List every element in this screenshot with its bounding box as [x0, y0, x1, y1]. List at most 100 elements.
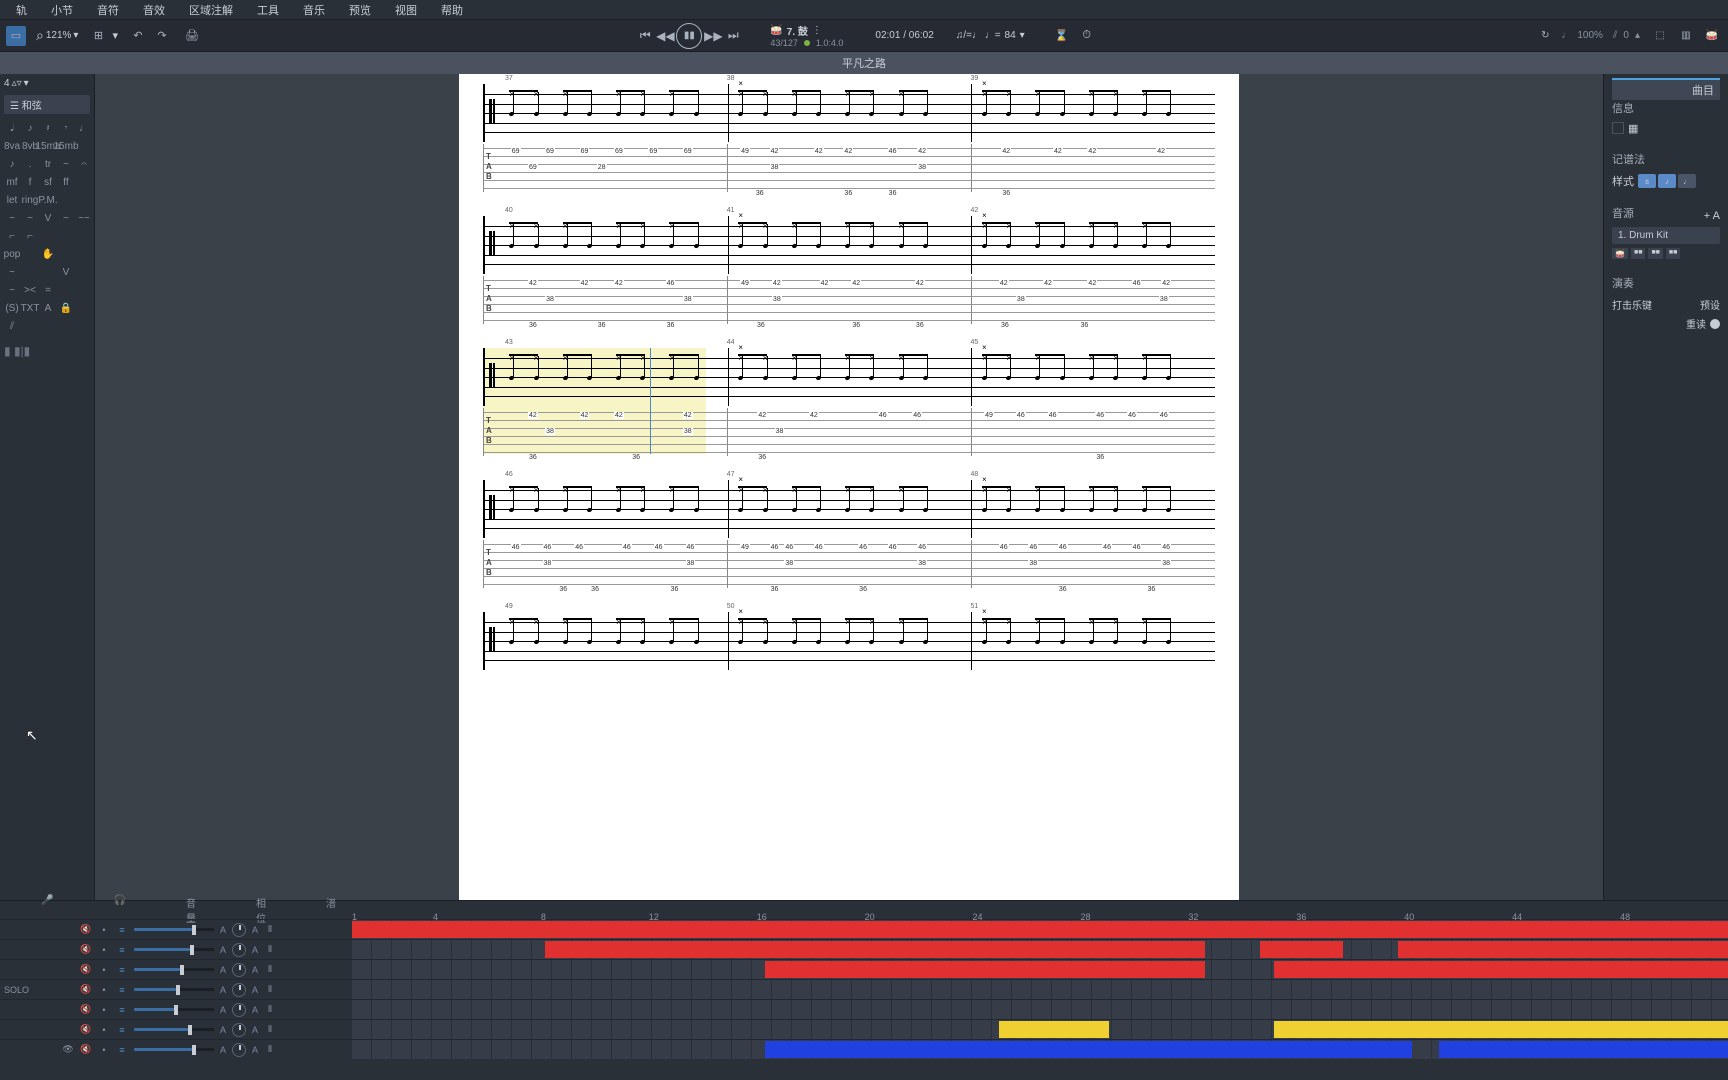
auto-a2[interactable]: A	[252, 945, 258, 955]
drumpad-icon[interactable]: 🥁	[1702, 26, 1722, 46]
drum-measure[interactable]: × × × × × × ×	[971, 348, 1215, 406]
solo-track-icon[interactable]: •	[98, 945, 110, 955]
track-settings-icon[interactable]: ⫴	[264, 924, 276, 935]
volume-slider[interactable]	[134, 1008, 214, 1011]
accent-toggle[interactable]	[1710, 319, 1720, 329]
eq-icon[interactable]: ≡	[116, 965, 128, 975]
palette-item[interactable]: ~	[4, 282, 20, 298]
auto-a2[interactable]: A	[252, 1005, 258, 1015]
track-row[interactable]: 🔇 • ≡ A A ⫴	[0, 1019, 1728, 1039]
capo-up-icon[interactable]: ▴	[1635, 30, 1640, 41]
palette-item[interactable]	[76, 174, 92, 190]
page-mode-icon[interactable]: ▭	[6, 26, 26, 46]
layer-icon[interactable]: ▾	[24, 78, 29, 89]
menu-view[interactable]: 视图	[383, 0, 429, 20]
auto-a[interactable]: A	[220, 1025, 226, 1035]
tab-measure[interactable]: TAB4242424238383636	[483, 408, 727, 456]
auto-a[interactable]: A	[220, 1045, 226, 1055]
menu-track[interactable]: 轨	[4, 0, 39, 20]
palette-item[interactable]: V	[58, 264, 74, 280]
auto-a2[interactable]: A	[252, 1025, 258, 1035]
menu-section[interactable]: 区域注解	[177, 0, 245, 20]
palette-item[interactable]	[58, 246, 74, 262]
auto-a2[interactable]: A	[252, 985, 258, 995]
go-start-button[interactable]: ⏮	[636, 27, 654, 45]
tab-measure[interactable]: TAB4646464646463838363636	[483, 540, 727, 588]
grid-icon[interactable]: ⊞	[88, 26, 108, 46]
auto-a2[interactable]: A	[252, 925, 258, 935]
solo-track-icon[interactable]: •	[98, 985, 110, 995]
track-settings-icon[interactable]: ⫴	[264, 984, 276, 995]
palette-item[interactable]: ~	[22, 210, 38, 226]
auto-a[interactable]: A	[220, 925, 226, 935]
solo-track-icon[interactable]: •	[98, 1045, 110, 1055]
lane-segment[interactable]	[765, 1041, 1412, 1058]
forward-button[interactable]: ▶▶	[704, 27, 722, 45]
tab-measure[interactable]: TAB424242463838363636	[483, 276, 727, 324]
palette-item[interactable]	[76, 246, 92, 262]
menu-music[interactable]: 音乐	[291, 0, 337, 20]
undo-button[interactable]: ↶	[128, 26, 148, 46]
checkerboard-icon[interactable]: ▦	[1628, 122, 1638, 135]
menu-effect[interactable]: 音效	[131, 0, 177, 20]
volume-slider[interactable]	[134, 928, 214, 931]
drum-measure[interactable]: × × × × × ×	[483, 348, 728, 406]
lane-segment[interactable]	[545, 941, 1205, 958]
palette-item[interactable]: 15mb	[58, 138, 74, 154]
drum-measure[interactable]: × × × × × × ×	[728, 348, 972, 406]
palette-item[interactable]: V	[40, 210, 56, 226]
palette-item[interactable]	[22, 318, 38, 334]
palette-item[interactable]: 𝅘𝅥	[4, 120, 20, 136]
palette-item[interactable]	[76, 282, 92, 298]
drum-measure[interactable]: × × × × × ×	[483, 480, 728, 538]
track-lane[interactable]	[352, 920, 1728, 939]
mute-track-icon[interactable]: 🔇	[80, 1024, 92, 1035]
go-end-button[interactable]: ⏭	[724, 27, 742, 45]
palette-item[interactable]	[76, 318, 92, 334]
palette-item[interactable]: ring	[22, 192, 38, 208]
palette-item[interactable]: ff	[58, 174, 74, 190]
solo-track-icon[interactable]: •	[98, 925, 110, 935]
sound-settings-icon[interactable]: A	[1713, 210, 1720, 222]
volume-slider[interactable]	[134, 968, 214, 971]
tab-measure[interactable]: 494242424238363636	[727, 276, 971, 324]
volume-slider[interactable]	[134, 1028, 214, 1031]
drum-measure[interactable]: × × × × × ×	[483, 84, 728, 142]
lane-segment[interactable]	[1274, 961, 1728, 978]
palette-item[interactable]: ~~	[76, 210, 92, 226]
track-settings-icon[interactable]: ⫴	[264, 1024, 276, 1035]
palette-item[interactable]: ♩	[76, 120, 92, 136]
lane-segment[interactable]	[1439, 1041, 1728, 1058]
palette-item[interactable]: 𝄾	[58, 120, 74, 136]
drum-measure[interactable]: × × × × × × ×	[971, 480, 1215, 538]
auto-a[interactable]: A	[220, 965, 226, 975]
palette-item[interactable]: ~	[58, 210, 74, 226]
palette-item[interactable]: (S)	[4, 300, 20, 316]
palette-item[interactable]	[76, 192, 92, 208]
palette-item[interactable]	[76, 138, 92, 154]
tab-measure[interactable]: 424246463836	[727, 408, 971, 456]
palette-item[interactable]	[58, 192, 74, 208]
palette-item[interactable]: TXT	[22, 300, 38, 316]
dropdown-icon[interactable]: ▾	[112, 29, 118, 42]
auto-a[interactable]: A	[220, 985, 226, 995]
palette-item[interactable]	[76, 228, 92, 244]
color-swatch[interactable]	[1612, 122, 1624, 134]
palette-item[interactable]	[40, 318, 56, 334]
track-row[interactable]: 🔇 • ≡ A A ⫴	[0, 999, 1728, 1019]
pan-knob[interactable]	[232, 963, 246, 977]
tab-measure[interactable]: 4942424246423838363636	[727, 144, 971, 192]
mute-track-icon[interactable]: 🔇	[80, 984, 92, 995]
drum-measure[interactable]: × × × × × × ×	[728, 612, 972, 670]
tab-measure[interactable]: 46464646464638383636	[971, 540, 1215, 588]
eq-icon[interactable]: ≡	[116, 925, 128, 935]
tempo-dropdown-icon[interactable]: ▾	[1020, 30, 1025, 41]
drum-measure[interactable]: × × × × × × ×	[728, 480, 972, 538]
track-settings-icon[interactable]: ⫴	[264, 1044, 276, 1055]
palette-item[interactable]	[22, 264, 38, 280]
track-row[interactable]: 🔇 • ≡ A A ⫴	[0, 959, 1728, 979]
palette-item[interactable]: tr	[40, 156, 56, 172]
drum-module-icon[interactable]: 🥁	[1612, 248, 1628, 259]
palette-item[interactable]	[76, 300, 92, 316]
track-lane[interactable]	[352, 1040, 1728, 1059]
